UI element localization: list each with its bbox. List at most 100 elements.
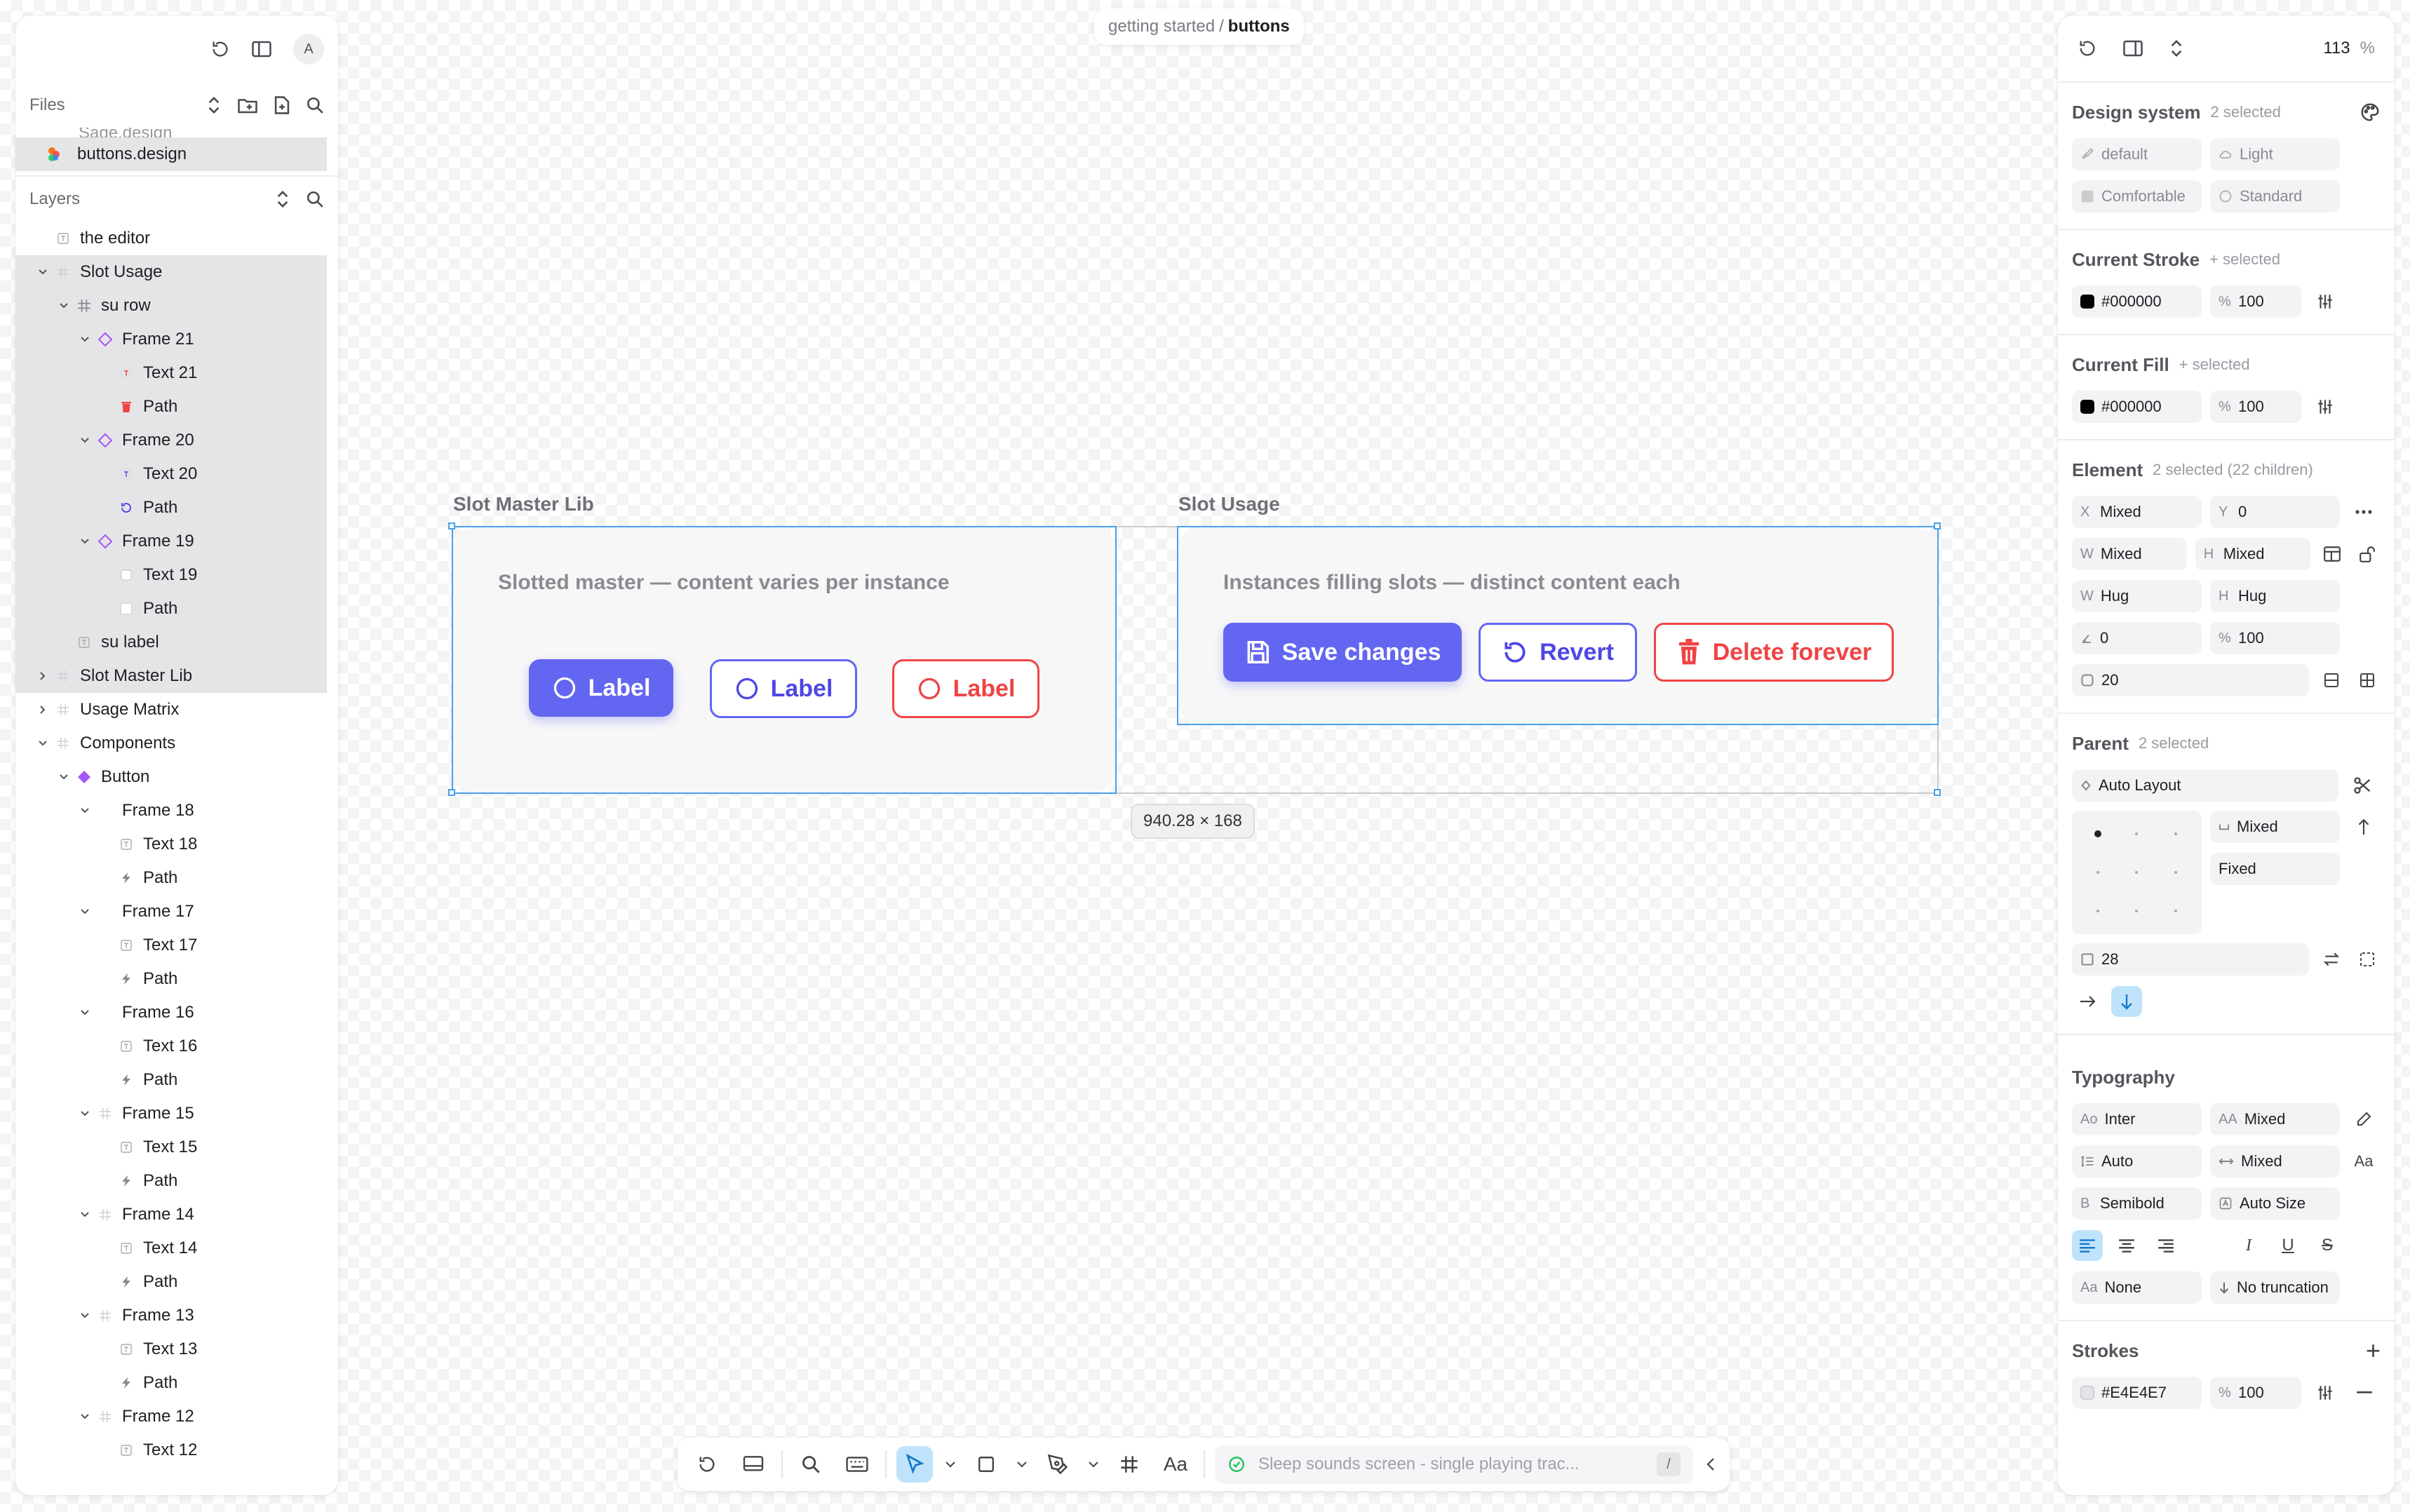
chevron-down-icon[interactable]: [55, 297, 73, 315]
avatar[interactable]: A: [293, 34, 324, 65]
delete-forever-button[interactable]: Delete forever: [1654, 623, 1894, 682]
align-dot-active[interactable]: [2094, 830, 2101, 837]
width-sizing-field[interactable]: W Hug: [2072, 580, 2202, 612]
chevron-down-icon[interactable]: [76, 903, 94, 921]
swap-icon[interactable]: [2317, 944, 2345, 975]
expand-collapse-icon[interactable]: [2169, 39, 2184, 58]
resize-handle[interactable]: [448, 522, 455, 529]
line-height-field[interactable]: Auto: [2072, 1145, 2202, 1177]
color-swatch[interactable]: [2080, 400, 2094, 414]
refresh-icon[interactable]: [2078, 39, 2097, 58]
chevron-down-icon[interactable]: [34, 263, 52, 281]
align-dot[interactable]: [2174, 910, 2177, 912]
chevron-right-icon[interactable]: [34, 667, 52, 685]
layer-row[interactable]: Path: [15, 1366, 327, 1400]
gap-field[interactable]: Mixed: [2210, 811, 2340, 843]
layer-row[interactable]: Text 19: [15, 558, 327, 592]
chevron-down-icon[interactable]: [55, 768, 73, 786]
layer-row[interactable]: Text 12: [15, 1433, 327, 1467]
text-case-button[interactable]: Aa: [2348, 1146, 2379, 1177]
corners-grid-icon[interactable]: [2353, 665, 2381, 696]
layer-row[interactable]: Frame 19: [15, 525, 327, 558]
align-dot[interactable]: [2096, 910, 2099, 912]
zoom-level[interactable]: 113%: [2323, 39, 2375, 58]
preview-button[interactable]: [735, 1446, 772, 1483]
align-dot[interactable]: [2174, 871, 2177, 874]
sliders-icon[interactable]: [2310, 286, 2341, 317]
style-field[interactable]: Standard: [2210, 180, 2340, 212]
pen-tool-menu[interactable]: [1086, 1446, 1101, 1483]
layer-row[interactable]: su row: [15, 289, 327, 323]
breadcrumb-parent[interactable]: getting started: [1108, 17, 1215, 36]
layer-row[interactable]: Frame 14: [15, 1198, 327, 1231]
select-tool[interactable]: [896, 1446, 933, 1483]
radius-field[interactable]: 20: [2072, 664, 2310, 696]
layer-row[interactable]: Text 21: [15, 356, 327, 390]
stroke-opacity-field[interactable]: % 100: [2210, 285, 2301, 318]
layer-row[interactable]: Frame 13: [15, 1299, 327, 1332]
chevron-down-icon[interactable]: [76, 1206, 94, 1224]
remove-stroke-icon[interactable]: [2349, 1377, 2380, 1408]
sizing-field[interactable]: Fixed: [2210, 853, 2340, 885]
chevron-down-icon[interactable]: [76, 1004, 94, 1022]
padding-sides-icon[interactable]: [2353, 944, 2381, 975]
layer-row[interactable]: Path: [15, 491, 327, 525]
truncation-field[interactable]: No truncation: [2210, 1271, 2340, 1304]
letter-spacing-field[interactable]: Mixed: [2210, 1145, 2340, 1177]
layer-row[interactable]: Path: [15, 592, 327, 626]
chevron-down-icon[interactable]: [76, 431, 94, 450]
search-icon[interactable]: [306, 96, 324, 114]
undo-button[interactable]: [689, 1446, 725, 1483]
layer-row[interactable]: Path: [15, 1164, 327, 1198]
panel-toggle-icon[interactable]: [2122, 39, 2143, 58]
alignment-grid[interactable]: [2072, 811, 2202, 934]
sliders-icon[interactable]: [2310, 1377, 2341, 1408]
align-dot[interactable]: [2135, 910, 2138, 912]
y-field[interactable]: Y0: [2210, 496, 2340, 528]
layer-row[interactable]: Button: [15, 760, 327, 794]
layer-row[interactable]: Frame 18: [15, 794, 327, 828]
align-dot[interactable]: [2174, 832, 2177, 835]
unlock-icon[interactable]: [2354, 539, 2381, 569]
arrow-up-icon[interactable]: [2348, 811, 2379, 842]
strikethrough-button[interactable]: S: [2312, 1230, 2343, 1261]
status-bar[interactable]: Sleep sounds screen - single playing tra…: [1215, 1445, 1693, 1484]
layer-row[interactable]: Text 17: [15, 929, 327, 962]
select-tool-menu[interactable]: [943, 1446, 958, 1483]
refresh-icon[interactable]: [210, 39, 230, 59]
frame-tool[interactable]: [1111, 1446, 1147, 1483]
new-folder-icon[interactable]: [237, 96, 258, 114]
layer-row[interactable]: Slot Master Lib: [15, 659, 327, 693]
fill-color-field[interactable]: #000000: [2072, 391, 2202, 423]
sidebar-toggle-icon[interactable]: [251, 39, 272, 59]
layer-row[interactable]: Path: [15, 861, 327, 895]
layout-icon[interactable]: [2319, 539, 2345, 569]
sort-icon[interactable]: [206, 95, 222, 115]
auto-layout-field[interactable]: Auto Layout: [2072, 769, 2338, 802]
search-button[interactable]: [793, 1446, 829, 1483]
layer-row[interactable]: Path: [15, 390, 327, 424]
layer-row[interactable]: Frame 15: [15, 1097, 327, 1130]
rotation-field[interactable]: 0: [2072, 622, 2202, 654]
align-right-button[interactable]: [2150, 1230, 2181, 1261]
more-icon[interactable]: [2348, 497, 2379, 527]
align-dot[interactable]: [2135, 871, 2138, 874]
layer-row[interactable]: Text 15: [15, 1130, 327, 1164]
width-field[interactable]: W Mixed: [2072, 538, 2187, 570]
height-sizing-field[interactable]: H Hug: [2210, 580, 2340, 612]
layer-row[interactable]: Text 18: [15, 828, 327, 861]
chevron-down-icon[interactable]: [76, 532, 94, 551]
layer-row[interactable]: Text 20: [15, 457, 327, 491]
pen-tool[interactable]: [1039, 1446, 1076, 1483]
element-opacity-field[interactable]: % 100: [2210, 622, 2340, 654]
color-swatch[interactable]: [2080, 1386, 2094, 1400]
chevron-right-icon[interactable]: [34, 701, 52, 719]
rectangle-tool[interactable]: [968, 1446, 1004, 1483]
add-stroke-button[interactable]: +: [2366, 1336, 2381, 1365]
layer-row[interactable]: Frame 12: [15, 1400, 327, 1433]
scissors-icon[interactable]: [2347, 770, 2378, 801]
chevron-down-icon[interactable]: [76, 802, 94, 820]
density-field[interactable]: Comfortable: [2072, 180, 2202, 212]
direction-vertical-button[interactable]: [2111, 986, 2142, 1017]
file-item-active[interactable]: buttons.design: [15, 137, 327, 171]
